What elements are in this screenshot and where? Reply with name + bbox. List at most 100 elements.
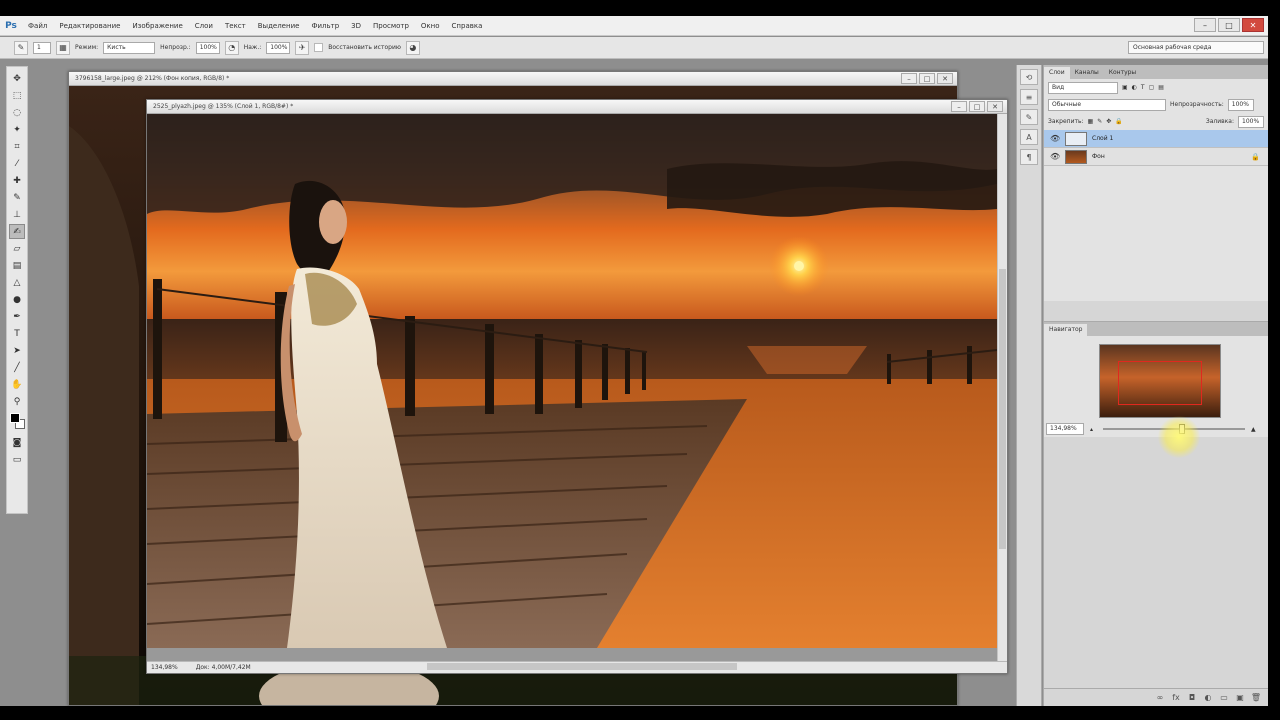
hand-tool-icon[interactable]: ✋ xyxy=(9,377,25,392)
eraser-tool-icon[interactable]: ▱ xyxy=(9,241,25,256)
tab-paths[interactable]: Контуры xyxy=(1104,67,1141,79)
screen-mode-icon[interactable]: ▭ xyxy=(9,452,25,467)
opacity-field[interactable]: 100% xyxy=(195,41,220,54)
brush-presets-icon[interactable]: ✎ xyxy=(1020,109,1038,125)
link-layers-icon[interactable]: ∞ xyxy=(1155,693,1165,703)
menu-image[interactable]: Изображение xyxy=(126,22,188,30)
minimize-button[interactable]: – xyxy=(1194,18,1216,32)
brush-tool-icon[interactable]: ✎ xyxy=(9,190,25,205)
menu-help[interactable]: Справка xyxy=(446,22,489,30)
history-brush-tool-icon[interactable]: ✍ xyxy=(9,224,25,239)
document-tab-front[interactable]: 2525_plyazh.jpeg @ 135% (Слой 1, RGB/8#)… xyxy=(147,100,1007,114)
menu-edit[interactable]: Редактирование xyxy=(53,22,126,30)
menu-filter[interactable]: Фильтр xyxy=(305,22,345,30)
filter-smart-icon[interactable]: ▤ xyxy=(1158,84,1164,91)
front-vertical-scrollbar[interactable] xyxy=(997,114,1007,661)
workspace-select[interactable]: Основная рабочая среда xyxy=(1128,41,1264,54)
zoom-in-icon[interactable]: ▲ xyxy=(1251,426,1256,433)
healing-brush-tool-icon[interactable]: ✚ xyxy=(9,173,25,188)
gradient-tool-icon[interactable]: ▤ xyxy=(9,258,25,273)
pen-tool-icon[interactable]: ✒ xyxy=(9,309,25,324)
layer-opacity-field[interactable]: 100% xyxy=(1227,98,1254,111)
filter-type-icon[interactable]: T xyxy=(1141,84,1145,91)
layer-row-background[interactable]: 👁 Фон 🔒 xyxy=(1044,148,1268,166)
menu-layers[interactable]: Слои xyxy=(189,22,219,30)
trash-icon[interactable]: 🗑 xyxy=(1251,693,1261,703)
foreground-color-swatch[interactable] xyxy=(10,413,20,423)
line-tool-icon[interactable]: ╱ xyxy=(9,360,25,375)
layer-name[interactable]: Фон xyxy=(1092,153,1105,160)
new-layer-icon[interactable]: ▣ xyxy=(1235,693,1245,703)
dodge-tool-icon[interactable]: ● xyxy=(9,292,25,307)
tab-navigator[interactable]: Навигатор xyxy=(1044,324,1088,336)
front-scroll-thumb[interactable] xyxy=(999,269,1006,549)
adjustment-layer-icon[interactable]: ◐ xyxy=(1203,693,1213,703)
menu-file[interactable]: Файл xyxy=(22,22,53,30)
filter-adjust-icon[interactable]: ◐ xyxy=(1132,84,1137,91)
opacity-pressure-icon[interactable]: ◔ xyxy=(224,40,239,55)
front-horizontal-scroll-thumb[interactable] xyxy=(427,663,737,670)
history-panel-icon[interactable]: ⟲ xyxy=(1020,69,1038,85)
doc-back-close-button[interactable]: ✕ xyxy=(937,73,953,84)
zoom-tool-icon[interactable]: ⚲ xyxy=(9,394,25,409)
type-tool-icon[interactable]: T xyxy=(9,326,25,341)
blur-tool-icon[interactable]: △ xyxy=(9,275,25,290)
fill-field[interactable]: 100% xyxy=(1238,115,1264,128)
navigator-zoom-field[interactable]: 134,98% xyxy=(1046,423,1084,435)
marquee-tool-icon[interactable]: ⬚ xyxy=(9,88,25,103)
menu-window[interactable]: Окно xyxy=(415,22,446,30)
character-panel-icon[interactable]: A xyxy=(1020,129,1038,145)
lasso-tool-icon[interactable]: ◌ xyxy=(9,105,25,120)
flow-field[interactable]: 100% xyxy=(266,41,291,54)
front-zoom-readout[interactable]: 134,98% xyxy=(151,664,178,671)
layer-kind-filter[interactable]: Вид xyxy=(1048,81,1118,94)
new-group-icon[interactable]: ▭ xyxy=(1219,693,1229,703)
tab-layers[interactable]: Слои xyxy=(1044,67,1070,79)
history-brush-preset-icon[interactable]: ✎ xyxy=(14,40,28,55)
quick-select-tool-icon[interactable]: ✦ xyxy=(9,122,25,137)
layer-row-1[interactable]: 👁 Слой 1 xyxy=(1044,130,1268,148)
eyedropper-tool-icon[interactable]: ⁄ xyxy=(9,156,25,171)
layer-style-icon[interactable]: fx xyxy=(1171,693,1181,703)
lock-transparent-icon[interactable]: ▦ xyxy=(1088,118,1094,125)
brush-panel-toggle-icon[interactable]: ▦ xyxy=(56,40,70,55)
tab-channels[interactable]: Каналы xyxy=(1070,67,1104,79)
doc-back-minimize-button[interactable]: – xyxy=(901,73,917,84)
visibility-eye-icon[interactable]: 👁 xyxy=(1050,134,1060,143)
doc-front-minimize-button[interactable]: – xyxy=(951,101,967,112)
properties-panel-icon[interactable]: ≡ xyxy=(1020,89,1038,105)
doc-front-close-button[interactable]: ✕ xyxy=(987,101,1003,112)
mode-select[interactable]: Кисть xyxy=(103,41,156,54)
front-doc-info[interactable]: Док: 4,00M/7,42M xyxy=(196,664,251,671)
add-mask-icon[interactable]: ◘ xyxy=(1187,693,1197,703)
visibility-eye-icon[interactable]: 👁 xyxy=(1050,152,1060,161)
lock-all-icon[interactable]: 🔒 xyxy=(1115,118,1122,125)
document-window-front[interactable]: 2525_plyazh.jpeg @ 135% (Слой 1, RGB/8#)… xyxy=(146,99,1008,674)
doc-back-maximize-button[interactable]: □ xyxy=(919,73,935,84)
lock-pixels-icon[interactable]: ✎ xyxy=(1097,118,1102,125)
navigator-view-box[interactable] xyxy=(1118,361,1202,405)
layer-name[interactable]: Слой 1 xyxy=(1092,135,1113,142)
blend-mode-select[interactable]: Обычные xyxy=(1048,98,1166,111)
beach-sunset-photo[interactable] xyxy=(147,114,997,648)
brush-size-field[interactable]: 1 xyxy=(33,41,51,54)
zoom-out-icon[interactable]: ▴ xyxy=(1090,426,1093,433)
size-pressure-icon[interactable]: ◕ xyxy=(405,40,420,55)
menu-select[interactable]: Выделение xyxy=(252,22,306,30)
menu-view[interactable]: Просмотр xyxy=(367,22,415,30)
quick-mask-icon[interactable]: ◙ xyxy=(9,435,25,450)
menu-3d[interactable]: 3D xyxy=(345,22,367,30)
path-select-tool-icon[interactable]: ➤ xyxy=(9,343,25,358)
airbrush-icon[interactable]: ✈ xyxy=(295,40,310,55)
filter-pixel-icon[interactable]: ▣ xyxy=(1122,84,1128,91)
menu-type[interactable]: Текст xyxy=(219,22,252,30)
document-tab-back[interactable]: 3796158_large.jpeg @ 212% (Фон копия, RG… xyxy=(69,72,957,86)
restore-history-checkbox[interactable] xyxy=(314,43,324,52)
clone-stamp-tool-icon[interactable]: ⊥ xyxy=(9,207,25,222)
paragraph-panel-icon[interactable]: ¶ xyxy=(1020,149,1038,165)
move-tool-icon[interactable]: ✥ xyxy=(9,71,25,86)
close-button[interactable]: ✕ xyxy=(1242,18,1264,32)
doc-front-maximize-button[interactable]: □ xyxy=(969,101,985,112)
navigator-preview[interactable] xyxy=(1099,344,1221,418)
filter-shape-icon[interactable]: ▢ xyxy=(1149,84,1155,91)
